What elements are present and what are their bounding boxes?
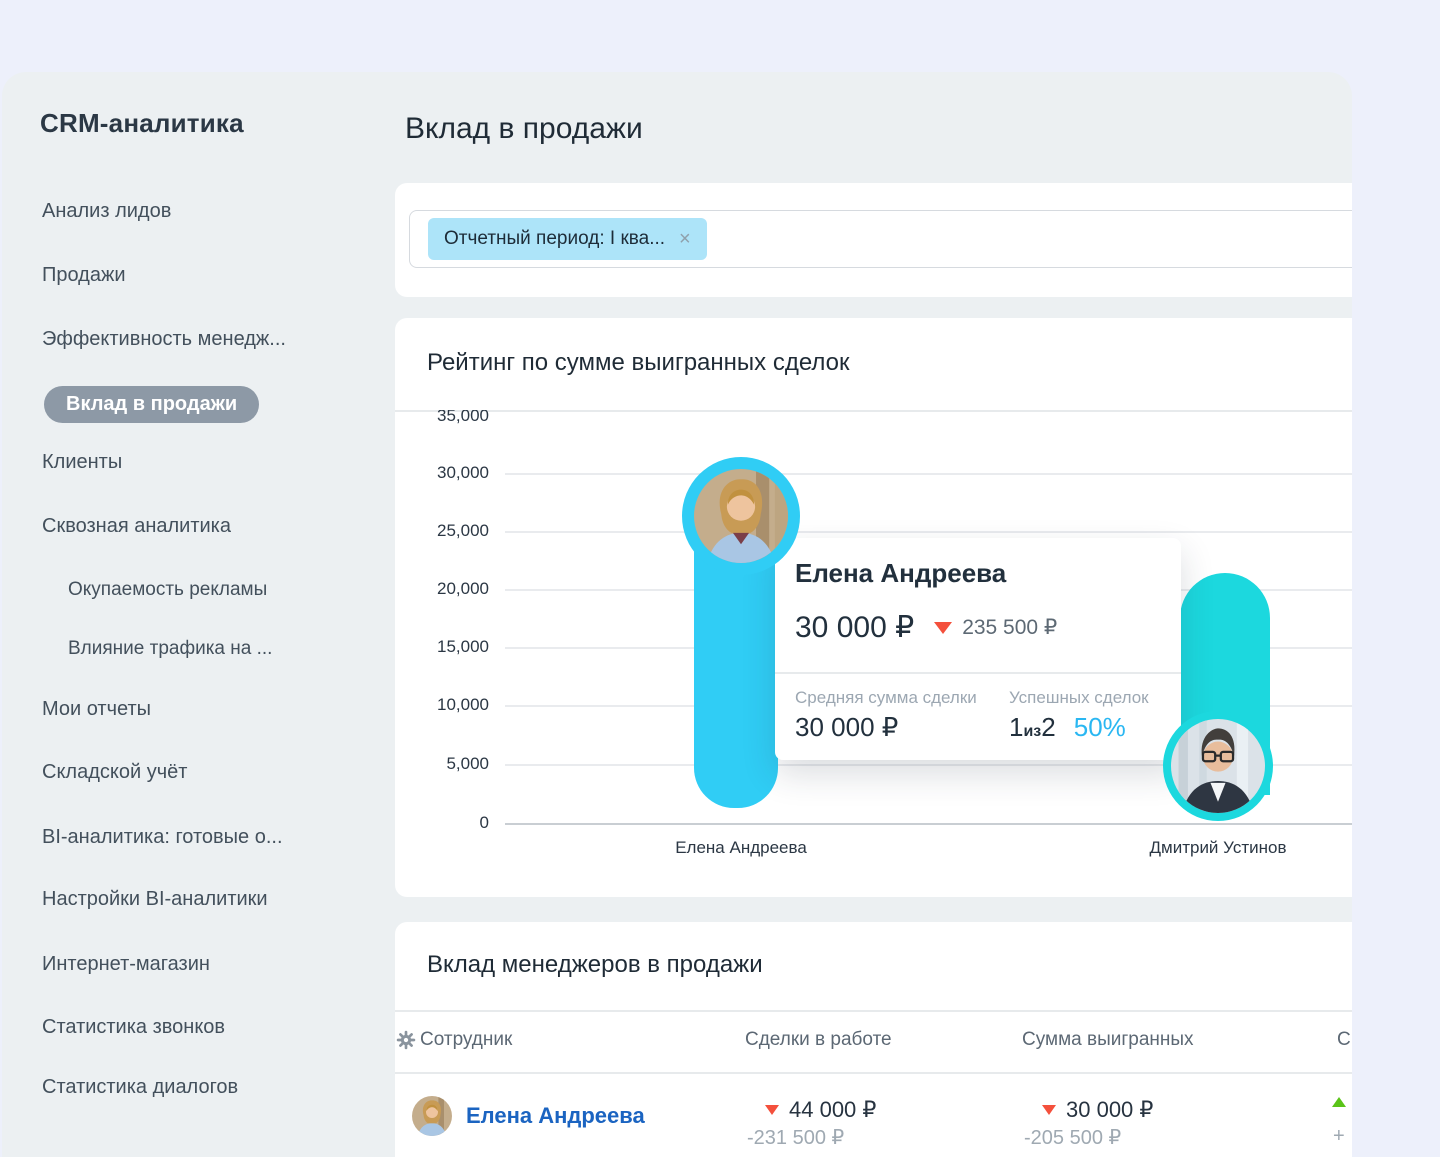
tooltip-delta: 235 500 ₽ bbox=[962, 615, 1057, 640]
trend-down-icon bbox=[934, 622, 952, 634]
sidebar-item-lead-analysis[interactable]: Анализ лидов bbox=[42, 200, 171, 223]
cell-deals-in-progress-delta: -231 500 ₽ bbox=[747, 1125, 844, 1150]
managers-table-card: Вклад менеджеров в продажи Сотрудник Сде… bbox=[395, 922, 1352, 1157]
y-tick-15000: 15,000 bbox=[395, 637, 489, 657]
cell-clipped-delta: + bbox=[1333, 1125, 1345, 1148]
chip-close-icon[interactable]: × bbox=[679, 229, 691, 249]
divider bbox=[395, 1072, 1352, 1074]
app-title: CRM-аналитика bbox=[40, 108, 244, 139]
trend-down-icon bbox=[1042, 1105, 1056, 1115]
y-tick-10000: 10,000 bbox=[395, 695, 489, 715]
x-axis-line bbox=[505, 823, 1352, 825]
sidebar-item-bi-settings[interactable]: Настройки BI-аналитики bbox=[42, 888, 268, 911]
filter-card: Отчетный период: I ква... × bbox=[395, 183, 1352, 297]
tooltip-success-value: 1из2 50% bbox=[1009, 712, 1126, 743]
sidebar-item-end-to-end-analytics[interactable]: Сквозная аналитика bbox=[42, 515, 231, 538]
x-label-elena: Елена Андреева bbox=[591, 838, 891, 858]
cell-clipped-trend bbox=[1332, 1097, 1346, 1107]
chart-avatar-dmitry[interactable] bbox=[1163, 711, 1273, 821]
divider bbox=[775, 672, 1181, 674]
gridline bbox=[505, 531, 1352, 533]
chart-plot-area: 35,000 30,000 25,000 20,000 15,000 10,00… bbox=[395, 410, 1352, 897]
tooltip-success-label: Успешных сделок bbox=[1009, 688, 1149, 708]
y-tick-0: 0 bbox=[395, 813, 489, 833]
tooltip-avg-label: Средняя сумма сделки bbox=[795, 688, 977, 708]
row-avatar-elena bbox=[412, 1096, 452, 1136]
y-tick-20000: 20,000 bbox=[395, 579, 489, 599]
x-label-dmitry: Дмитрий Устинов bbox=[1068, 838, 1352, 858]
table-title: Вклад менеджеров в продажи bbox=[427, 951, 763, 979]
tooltip-value: 30 000 ₽ bbox=[795, 610, 914, 645]
tooltip-name: Елена Андреева bbox=[795, 558, 1006, 589]
col-header-won-sum[interactable]: Сумма выигранных bbox=[1022, 1029, 1194, 1051]
filter-chip-report-period[interactable]: Отчетный период: I ква... × bbox=[428, 218, 707, 260]
divider bbox=[395, 1010, 1352, 1012]
chart-avatar-elena[interactable] bbox=[682, 457, 800, 575]
app-window: CRM-аналитика Анализ лидов Продажи Эффек… bbox=[2, 72, 1352, 1157]
tooltip-success-percent: 50% bbox=[1074, 712, 1126, 743]
employee-link-elena[interactable]: Елена Андреева bbox=[466, 1103, 645, 1129]
sidebar-item-ad-payback[interactable]: Окупаемость рекламы bbox=[68, 579, 267, 601]
col-header-employee[interactable]: Сотрудник bbox=[420, 1029, 512, 1051]
page: CRM-аналитика Анализ лидов Продажи Эффек… bbox=[0, 0, 1440, 1157]
rating-chart-card: Рейтинг по сумме выигранных сделок 35,00… bbox=[395, 318, 1352, 897]
avatar-dmitry-image bbox=[1171, 719, 1265, 813]
chart-tooltip: Елена Андреева 30 000 ₽ 235 500 ₽ Средня… bbox=[775, 538, 1181, 760]
chart-title: Рейтинг по сумме выигранных сделок bbox=[427, 349, 850, 377]
table-settings-gear-icon[interactable] bbox=[396, 1030, 416, 1050]
sidebar-item-warehouse[interactable]: Складской учёт bbox=[42, 761, 187, 784]
avatar-elena-image bbox=[694, 469, 788, 563]
sidebar-item-clients[interactable]: Клиенты bbox=[42, 451, 122, 474]
page-title: Вклад в продажи bbox=[405, 112, 643, 146]
y-tick-30000: 30,000 bbox=[395, 463, 489, 483]
y-tick-35000: 35,000 bbox=[395, 410, 489, 426]
filter-input[interactable]: Отчетный период: I ква... × bbox=[409, 210, 1352, 268]
col-header-clipped[interactable]: С bbox=[1337, 1029, 1351, 1051]
gridline bbox=[505, 473, 1352, 475]
sidebar-item-bi-reports[interactable]: BI-аналитика: готовые о... bbox=[42, 826, 283, 849]
trend-down-icon bbox=[765, 1105, 779, 1115]
sidebar-item-manager-efficiency[interactable]: Эффективность менедж... bbox=[42, 328, 286, 351]
sidebar-item-dialog-stats[interactable]: Статистика диалогов bbox=[42, 1076, 238, 1099]
y-tick-25000: 25,000 bbox=[395, 521, 489, 541]
sidebar-item-sales-contribution-selected[interactable]: Вклад в продажи bbox=[44, 386, 259, 423]
sidebar-item-my-reports[interactable]: Мои отчеты bbox=[42, 698, 151, 721]
cell-won-sum-delta: -205 500 ₽ bbox=[1024, 1125, 1121, 1150]
sidebar-item-online-store[interactable]: Интернет-магазин bbox=[42, 953, 210, 976]
cell-deals-in-progress: 44 000 ₽ bbox=[745, 1097, 876, 1123]
sidebar-item-sales[interactable]: Продажи bbox=[42, 264, 126, 287]
sidebar-item-traffic-impact[interactable]: Влияние трафика на ... bbox=[68, 638, 272, 660]
filter-chip-label: Отчетный период: I ква... bbox=[444, 228, 665, 250]
trend-up-icon bbox=[1332, 1097, 1346, 1107]
y-tick-5000: 5,000 bbox=[395, 754, 489, 774]
tooltip-avg-value: 30 000 ₽ bbox=[795, 712, 898, 743]
cell-won-sum: 30 000 ₽ bbox=[1022, 1097, 1153, 1123]
sidebar-item-call-stats[interactable]: Статистика звонков bbox=[42, 1016, 225, 1039]
col-header-deals-in-progress[interactable]: Сделки в работе bbox=[745, 1029, 892, 1051]
